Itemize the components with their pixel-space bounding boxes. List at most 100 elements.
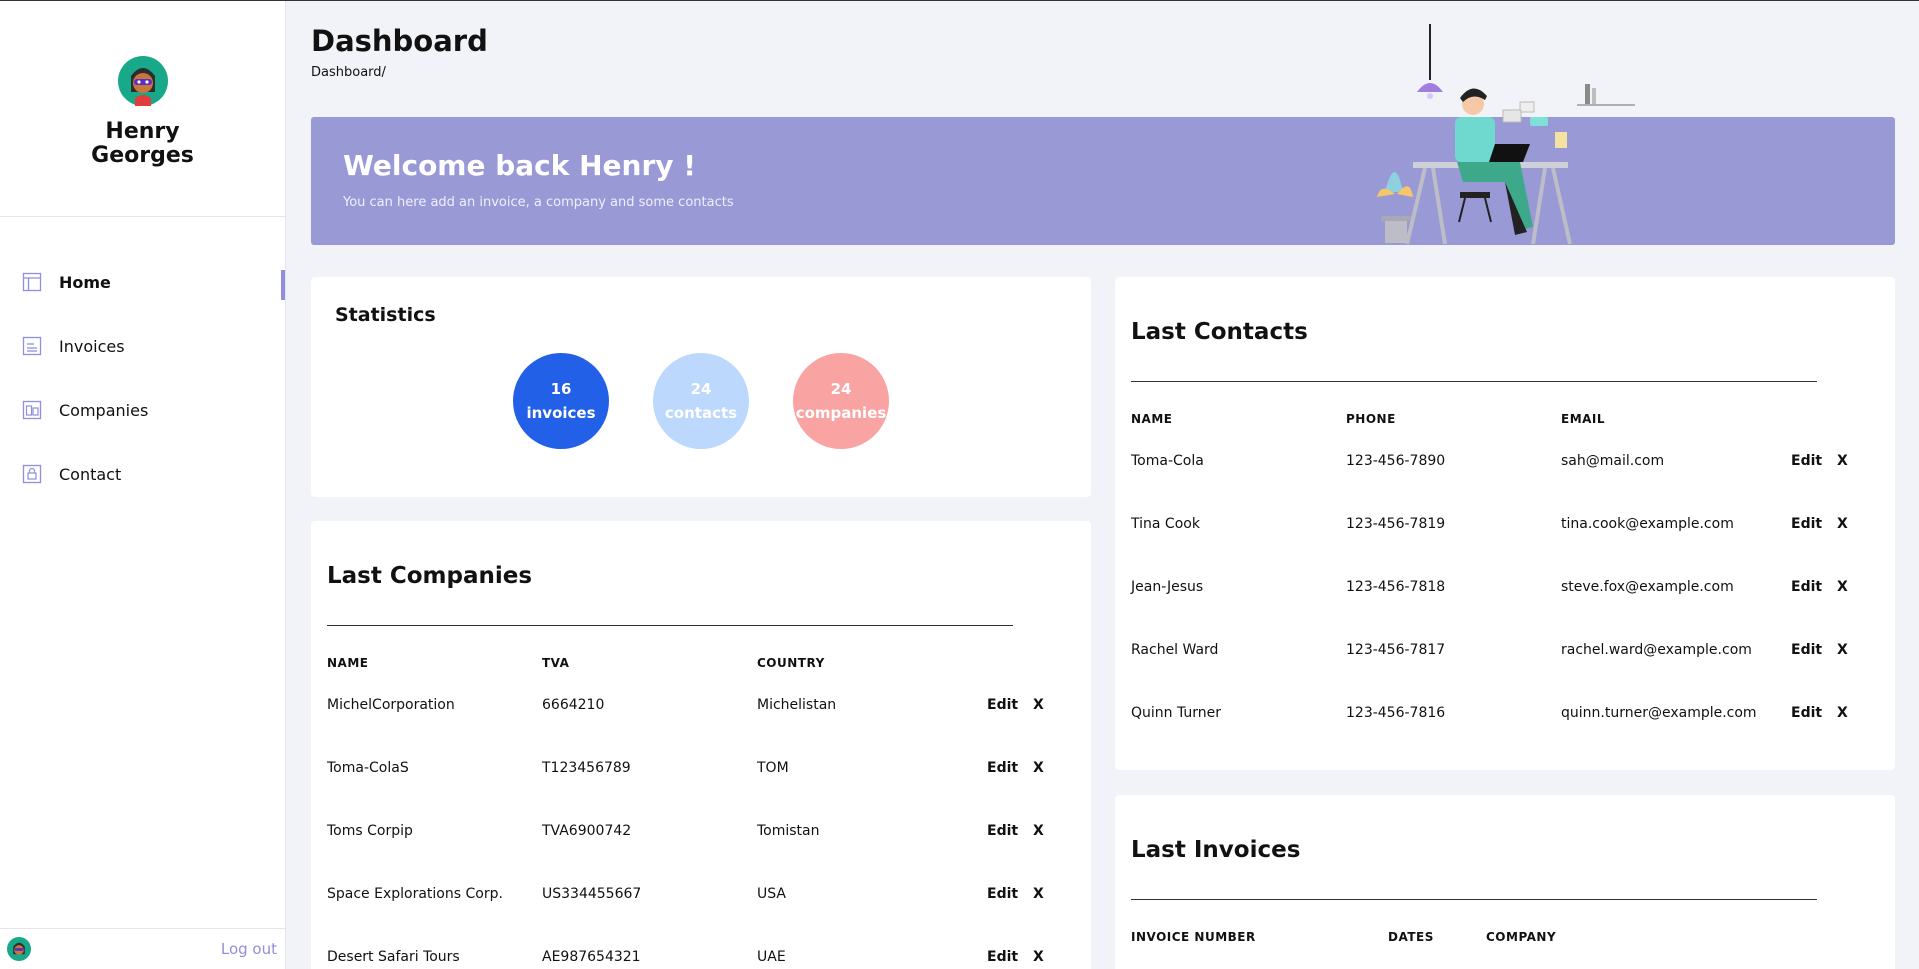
- delete-button[interactable]: X: [1033, 799, 1073, 862]
- banner-subtitle: You can here add an invoice, a company a…: [343, 195, 734, 210]
- contact-email: rachel.ward@example.com: [1561, 641, 1752, 658]
- last-contacts-card: Last Contacts NAME PHONE EMAIL Toma-Cola…: [1115, 277, 1895, 770]
- stat-value: 16: [550, 380, 572, 398]
- last-companies-title: Last Companies: [327, 563, 533, 589]
- delete-button[interactable]: X: [1837, 681, 1877, 744]
- lock-icon: [22, 464, 42, 484]
- company-country: Michelistan: [757, 696, 837, 713]
- company-name: Toma-ColaS: [327, 759, 409, 776]
- contact-phone: 123-456-7890: [1346, 452, 1446, 469]
- table-row: Rachel Ward 123-456-7817 rachel.ward@exa…: [1131, 618, 1877, 681]
- company-tva: US334455667: [542, 885, 642, 902]
- table-header-row: NAME TVA COUNTRY: [327, 653, 1073, 673]
- statistics-circles: 16 invoices 24 contacts 24 companies: [513, 353, 889, 449]
- company-tva: 6664210: [542, 696, 605, 713]
- statistics-title: Statistics: [335, 304, 436, 326]
- avatar[interactable]: [117, 56, 168, 106]
- company-country: Tomistan: [757, 822, 820, 839]
- profile-section: Henry Georges: [0, 1, 285, 217]
- stat-label: contacts: [664, 404, 738, 422]
- delete-button[interactable]: X: [1837, 492, 1877, 555]
- contacts-stat[interactable]: 24 contacts: [653, 353, 749, 449]
- top-border: [0, 0, 1919, 1]
- contact-phone: 123-456-7817: [1346, 641, 1446, 658]
- contact-name: Jean-Jesus: [1131, 578, 1204, 595]
- contacts-table: NAME PHONE EMAIL Toma-Cola 123-456-7890 …: [1131, 409, 1877, 744]
- sidebar: Henry Georges Home Invoices Companies Co…: [0, 1, 286, 969]
- sidebar-item-label: Contact: [59, 464, 122, 484]
- column-header: EMAIL: [1561, 412, 1606, 426]
- statistics-card: Statistics 16 invoices 24 contacts 24 co…: [311, 277, 1091, 497]
- company-country: UAE: [757, 948, 786, 965]
- table-row: MichelCorporation 6664210 Michelistan Ed…: [327, 673, 1073, 736]
- edit-button[interactable]: Edit: [1791, 555, 1837, 618]
- table-row: Quinn Turner 123-456-7816 quinn.turner@e…: [1131, 681, 1877, 744]
- edit-button[interactable]: Edit: [1791, 618, 1837, 681]
- edit-button[interactable]: Edit: [987, 673, 1033, 736]
- profile-name: Henry Georges: [91, 119, 194, 168]
- workspace-illustration: [1377, 24, 1635, 245]
- banner-title: Welcome back Henry !: [343, 149, 697, 182]
- delete-button[interactable]: X: [1837, 618, 1877, 681]
- edit-button[interactable]: Edit: [987, 925, 1033, 969]
- company-tva: TVA6900742: [542, 822, 632, 839]
- contact-email: quinn.turner@example.com: [1561, 704, 1757, 721]
- divider: [1131, 899, 1817, 900]
- company-tva: T123456789: [542, 759, 631, 776]
- contact-name: Tina Cook: [1131, 515, 1200, 532]
- column-header: TVA: [542, 656, 570, 670]
- contact-email: steve.fox@example.com: [1561, 578, 1734, 595]
- contact-name: Quinn Turner: [1131, 704, 1222, 721]
- column-header: PHONE: [1346, 412, 1396, 426]
- sidebar-nav: Home Invoices Companies Contact: [0, 250, 285, 506]
- delete-button[interactable]: X: [1033, 673, 1073, 736]
- table-row: Jean-Jesus 123-456-7818 steve.fox@exampl…: [1131, 555, 1877, 618]
- company-tva: AE987654321: [542, 948, 641, 965]
- last-invoices-card: Last Invoices INVOICE NUMBER DATES COMPA…: [1115, 795, 1895, 969]
- table-row: Toma-ColaS T123456789 TOM Edit X: [327, 736, 1073, 799]
- sidebar-item-contact[interactable]: Contact: [0, 442, 285, 506]
- avatar[interactable]: [7, 937, 31, 961]
- sidebar-item-home[interactable]: Home: [0, 250, 285, 314]
- delete-button[interactable]: X: [1033, 736, 1073, 799]
- sidebar-item-invoices[interactable]: Invoices: [0, 314, 285, 378]
- column-header: NAME: [1131, 412, 1173, 426]
- invoices-stat[interactable]: 16 invoices: [513, 353, 609, 449]
- delete-button[interactable]: X: [1837, 429, 1877, 492]
- company-country: USA: [757, 885, 786, 902]
- breadcrumb[interactable]: Dashboard/: [311, 65, 386, 80]
- last-contacts-title: Last Contacts: [1131, 319, 1308, 345]
- company-name: Toms Corpip: [327, 822, 413, 839]
- edit-button[interactable]: Edit: [987, 799, 1033, 862]
- companies-stat[interactable]: 24 companies: [793, 353, 889, 449]
- edit-button[interactable]: Edit: [987, 862, 1033, 925]
- company-name: Desert Safari Tours: [327, 948, 460, 965]
- stat-value: 24: [830, 380, 852, 398]
- welcome-banner: Welcome back Henry ! You can here add an…: [311, 117, 1895, 245]
- sidebar-item-label: Home: [59, 272, 111, 292]
- edit-button[interactable]: Edit: [1791, 429, 1837, 492]
- delete-button[interactable]: X: [1033, 862, 1073, 925]
- sidebar-item-companies[interactable]: Companies: [0, 378, 285, 442]
- stat-label: invoices: [526, 404, 596, 422]
- sidebar-footer: Log out: [0, 928, 285, 969]
- contact-phone: 123-456-7819: [1346, 515, 1446, 532]
- logout-link[interactable]: Log out: [221, 940, 277, 958]
- building-icon: [22, 400, 42, 420]
- divider: [1131, 381, 1817, 382]
- last-companies-card: Last Companies NAME TVA COUNTRY MichelCo…: [311, 521, 1091, 969]
- edit-button[interactable]: Edit: [1791, 681, 1837, 744]
- page-title: Dashboard: [311, 24, 488, 58]
- delete-button[interactable]: X: [1837, 555, 1877, 618]
- contact-email: tina.cook@example.com: [1561, 515, 1734, 532]
- contact-name: Rachel Ward: [1131, 641, 1219, 658]
- divider: [327, 625, 1013, 626]
- edit-button[interactable]: Edit: [987, 736, 1033, 799]
- company-name: MichelCorporation: [327, 696, 455, 713]
- table-row: Tina Cook 123-456-7819 tina.cook@example…: [1131, 492, 1877, 555]
- edit-button[interactable]: Edit: [1791, 492, 1837, 555]
- companies-table: NAME TVA COUNTRY MichelCorporation 66642…: [327, 653, 1073, 969]
- delete-button[interactable]: X: [1033, 925, 1073, 969]
- company-country: TOM: [757, 759, 789, 776]
- table-row: Toma-Cola 123-456-7890 sah@mail.com Edit…: [1131, 429, 1877, 492]
